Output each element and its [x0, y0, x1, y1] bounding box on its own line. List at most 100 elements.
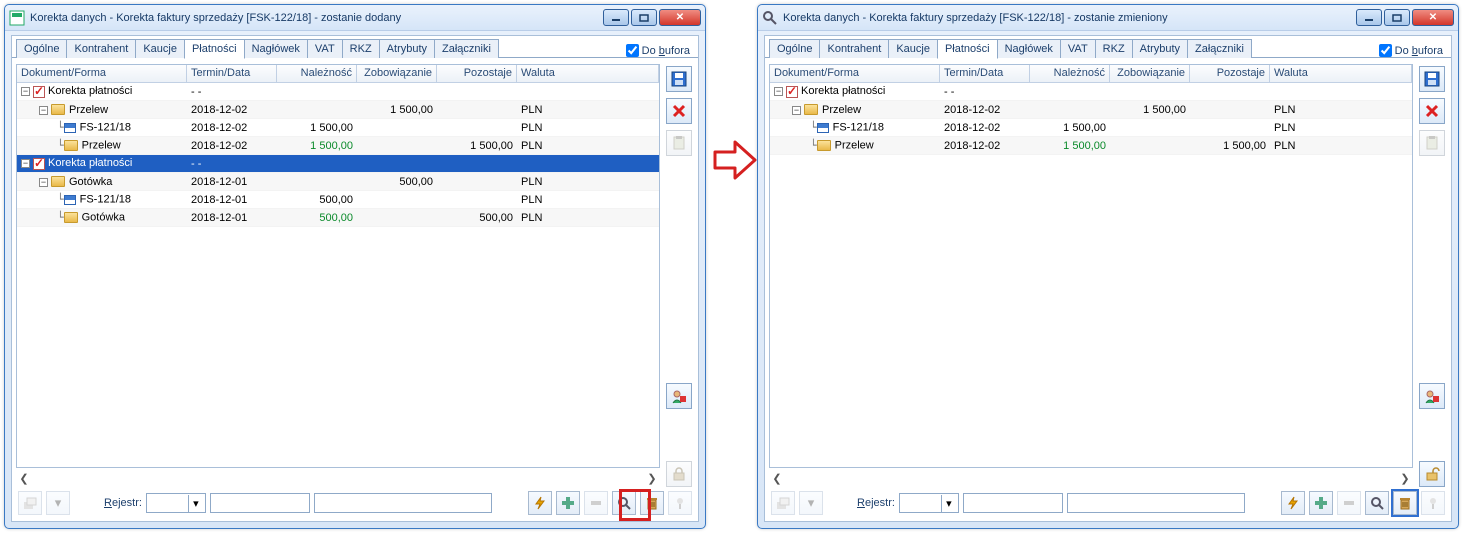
tab-kontrahent[interactable]: Kontrahent: [66, 39, 136, 58]
filter-field-2[interactable]: [314, 493, 492, 513]
horizontal-scrollbar[interactable]: ❮ ❯: [769, 470, 1413, 487]
tab-nagłówek[interactable]: Nagłówek: [244, 39, 308, 58]
table-row[interactable]: −Korekta płatności- -: [770, 83, 1412, 101]
buffer-label: Do bufora: [642, 45, 690, 57]
tab-rkz[interactable]: RKZ: [342, 39, 380, 58]
delete-button[interactable]: [666, 98, 692, 124]
lock-open-button[interactable]: [1419, 461, 1445, 487]
close-button[interactable]: ✕: [659, 9, 701, 26]
buffer-checkbox-wrap[interactable]: Do bufora: [626, 44, 690, 57]
payments-grid[interactable]: Dokument/Forma Termin/Data Należność Zob…: [16, 64, 660, 468]
tab-atrybuty[interactable]: Atrybuty: [379, 39, 435, 58]
buffer-checkbox-wrap[interactable]: Do bufora: [1379, 44, 1443, 57]
col-document[interactable]: Dokument/Forma: [770, 65, 940, 82]
tree-toggle-icon[interactable]: −: [39, 106, 48, 115]
table-row[interactable]: −Korekta płatności- -: [17, 83, 659, 101]
col-document[interactable]: Dokument/Forma: [17, 65, 187, 82]
tab-załączniki[interactable]: Załączniki: [1187, 39, 1252, 58]
buffer-checkbox[interactable]: [626, 44, 639, 57]
grid-header[interactable]: Dokument/Forma Termin/Data Należność Zob…: [17, 65, 659, 83]
tab-vat[interactable]: VAT: [307, 39, 343, 58]
delete-button[interactable]: [1419, 98, 1445, 124]
filter-field-1[interactable]: [963, 493, 1063, 513]
tab-płatności[interactable]: Płatności: [937, 39, 998, 59]
close-button[interactable]: ✕: [1412, 9, 1454, 26]
col-date[interactable]: Termin/Data: [187, 65, 277, 82]
table-row[interactable]: −Korekta płatności- -: [17, 155, 659, 173]
col-remains[interactable]: Pozostaje: [437, 65, 517, 82]
table-row[interactable]: −Przelew2018-12-021 500,00PLN: [770, 101, 1412, 119]
tree-toggle-icon[interactable]: −: [21, 87, 30, 96]
tab-vat[interactable]: VAT: [1060, 39, 1096, 58]
tab-kontrahent[interactable]: Kontrahent: [819, 39, 889, 58]
tab-płatności[interactable]: Płatności: [184, 39, 245, 59]
tree-toggle-icon[interactable]: −: [774, 87, 783, 96]
scroll-left-icon[interactable]: ❮: [16, 472, 32, 485]
tree-toggle-icon[interactable]: −: [21, 159, 30, 168]
horizontal-scrollbar[interactable]: ❮ ❯: [16, 470, 660, 487]
tab-kaucje[interactable]: Kaucje: [135, 39, 185, 58]
table-row[interactable]: └ Przelew2018-12-021 500,001 500,00PLN: [770, 137, 1412, 155]
folder-icon: [804, 104, 818, 115]
tab-nagłówek[interactable]: Nagłówek: [997, 39, 1061, 58]
table-row[interactable]: └ Gotówka2018-12-01500,00500,00PLN: [17, 209, 659, 227]
window-title: Korekta danych - Korekta faktury sprzeda…: [783, 12, 1354, 24]
tree-toggle-icon[interactable]: −: [39, 178, 48, 187]
col-receivable[interactable]: Należność: [277, 65, 357, 82]
tree-toggle-icon[interactable]: −: [792, 106, 801, 115]
trash-button[interactable]: [640, 491, 664, 515]
magnify-button[interactable]: [612, 491, 636, 515]
row-label: Przelew: [82, 139, 121, 151]
tab-rkz[interactable]: RKZ: [1095, 39, 1133, 58]
bottom-toolbar: ▾ Rejestr: ▾: [769, 489, 1447, 517]
table-row[interactable]: └ FS-121/182018-12-01500,00PLN: [17, 191, 659, 209]
filter-field-2[interactable]: [1067, 493, 1245, 513]
tab-załączniki[interactable]: Załączniki: [434, 39, 499, 58]
col-liability[interactable]: Zobowiązanie: [1110, 65, 1190, 82]
scroll-right-icon[interactable]: ❯: [644, 472, 660, 485]
col-receivable[interactable]: Należność: [1030, 65, 1110, 82]
tab-ogólne[interactable]: Ogólne: [769, 39, 820, 58]
folder-icon: [51, 104, 65, 115]
col-currency[interactable]: Waluta: [1270, 65, 1412, 82]
buffer-checkbox[interactable]: [1379, 44, 1392, 57]
filter-field-1[interactable]: [210, 493, 310, 513]
maximize-button[interactable]: [1384, 9, 1410, 26]
rejestr-combo[interactable]: ▾: [899, 493, 959, 513]
titlebar[interactable]: Korekta danych - Korekta faktury sprzeda…: [5, 5, 705, 31]
minimize-button[interactable]: [603, 9, 629, 26]
scroll-right-icon[interactable]: ❯: [1397, 472, 1413, 485]
table-row[interactable]: └ FS-121/182018-12-021 500,00PLN: [770, 119, 1412, 137]
tab-atrybuty[interactable]: Atrybuty: [1132, 39, 1188, 58]
save-button[interactable]: [666, 66, 692, 92]
magnify-button[interactable]: [1365, 491, 1389, 515]
table-row[interactable]: −Gotówka2018-12-01500,00PLN: [17, 173, 659, 191]
scroll-left-icon[interactable]: ❮: [769, 472, 785, 485]
titlebar[interactable]: Korekta danych - Korekta faktury sprzeda…: [758, 5, 1458, 31]
col-remains[interactable]: Pozostaje: [1190, 65, 1270, 82]
table-row[interactable]: └ FS-121/182018-12-021 500,00PLN: [17, 119, 659, 137]
window-after: Korekta danych - Korekta faktury sprzeda…: [757, 4, 1459, 529]
minimize-button[interactable]: [1356, 9, 1382, 26]
user-button[interactable]: [1419, 383, 1445, 409]
bolt-button[interactable]: [1281, 491, 1305, 515]
table-row[interactable]: └ Przelew2018-12-021 500,001 500,00PLN: [17, 137, 659, 155]
rejestr-combo[interactable]: ▾: [146, 493, 206, 513]
user-button[interactable]: [666, 383, 692, 409]
grid-header[interactable]: Dokument/Forma Termin/Data Należność Zob…: [770, 65, 1412, 83]
payments-grid[interactable]: Dokument/Forma Termin/Data Należność Zob…: [769, 64, 1413, 468]
tab-ogólne[interactable]: Ogólne: [16, 39, 67, 58]
bolt-button[interactable]: [528, 491, 552, 515]
plus-button[interactable]: [556, 491, 580, 515]
trash-button[interactable]: [1393, 491, 1417, 515]
col-date[interactable]: Termin/Data: [940, 65, 1030, 82]
folder-icon: [64, 212, 78, 223]
tab-kaucje[interactable]: Kaucje: [888, 39, 938, 58]
row-label: Przelew: [822, 104, 861, 116]
col-liability[interactable]: Zobowiązanie: [357, 65, 437, 82]
plus-button[interactable]: [1309, 491, 1333, 515]
table-row[interactable]: −Przelew2018-12-021 500,00PLN: [17, 101, 659, 119]
save-button[interactable]: [1419, 66, 1445, 92]
col-currency[interactable]: Waluta: [517, 65, 659, 82]
maximize-button[interactable]: [631, 9, 657, 26]
